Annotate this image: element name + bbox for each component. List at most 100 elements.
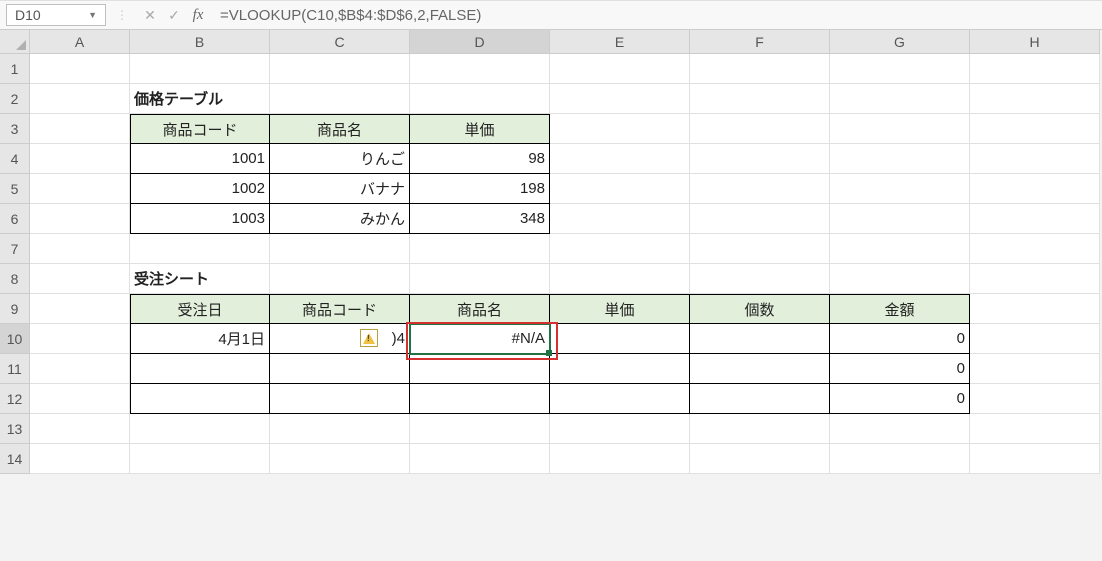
cell-C6[interactable]: みかん xyxy=(270,204,410,234)
row-header-5[interactable]: 5 xyxy=(0,174,30,204)
row-header-3[interactable]: 3 xyxy=(0,114,30,144)
cell-F10[interactable] xyxy=(690,324,830,354)
cell-D5[interactable]: 198 xyxy=(410,174,550,204)
cell-C13[interactable] xyxy=(270,414,410,444)
cell-F1[interactable] xyxy=(690,54,830,84)
cell-A3[interactable] xyxy=(30,114,130,144)
col-header-D[interactable]: D xyxy=(410,30,550,54)
cell-E14[interactable] xyxy=(550,444,690,474)
cell-H7[interactable] xyxy=(970,234,1100,264)
cell-E8[interactable] xyxy=(550,264,690,294)
cell-H2[interactable] xyxy=(970,84,1100,114)
row-header-8[interactable]: 8 xyxy=(0,264,30,294)
cell-E6[interactable] xyxy=(550,204,690,234)
cell-E5[interactable] xyxy=(550,174,690,204)
cell-H4[interactable] xyxy=(970,144,1100,174)
cell-F13[interactable] xyxy=(690,414,830,444)
cell-D12[interactable] xyxy=(410,384,550,414)
cell-E4[interactable] xyxy=(550,144,690,174)
cell-H14[interactable] xyxy=(970,444,1100,474)
cell-C8[interactable] xyxy=(270,264,410,294)
cell-D7[interactable] xyxy=(410,234,550,264)
cell-B1[interactable] xyxy=(130,54,270,84)
cell-F12[interactable] xyxy=(690,384,830,414)
cell-B10[interactable]: 4月1日 xyxy=(130,324,270,354)
cell-B8[interactable]: 受注シート xyxy=(130,264,270,294)
select-all-corner[interactable] xyxy=(0,30,30,54)
cell-B9[interactable]: 受注日 xyxy=(130,294,270,324)
row-header-4[interactable]: 4 xyxy=(0,144,30,174)
cell-H5[interactable] xyxy=(970,174,1100,204)
cell-C10[interactable]: )4 xyxy=(270,324,410,354)
row-header-2[interactable]: 2 xyxy=(0,84,30,114)
cell-F11[interactable] xyxy=(690,354,830,384)
cell-F5[interactable] xyxy=(690,174,830,204)
row-header-1[interactable]: 1 xyxy=(0,54,30,84)
cancel-button[interactable]: ✕ xyxy=(138,3,162,27)
cell-F8[interactable] xyxy=(690,264,830,294)
cell-D13[interactable] xyxy=(410,414,550,444)
cell-F14[interactable] xyxy=(690,444,830,474)
cell-D9[interactable]: 商品名 xyxy=(410,294,550,324)
cell-G9[interactable]: 金額 xyxy=(830,294,970,324)
fx-icon[interactable]: fx xyxy=(186,3,210,27)
cell-C1[interactable] xyxy=(270,54,410,84)
cell-C4[interactable]: りんご xyxy=(270,144,410,174)
cell-A7[interactable] xyxy=(30,234,130,264)
cell-H10[interactable] xyxy=(970,324,1100,354)
cell-B12[interactable] xyxy=(130,384,270,414)
cell-E7[interactable] xyxy=(550,234,690,264)
cell-E11[interactable] xyxy=(550,354,690,384)
name-box[interactable]: D10 ▼ xyxy=(6,4,106,26)
cell-C11[interactable] xyxy=(270,354,410,384)
cell-A6[interactable] xyxy=(30,204,130,234)
cell-B13[interactable] xyxy=(130,414,270,444)
cell-B14[interactable] xyxy=(130,444,270,474)
cell-B11[interactable] xyxy=(130,354,270,384)
cell-C7[interactable] xyxy=(270,234,410,264)
cell-E2[interactable] xyxy=(550,84,690,114)
cell-G14[interactable] xyxy=(830,444,970,474)
error-icon[interactable] xyxy=(360,329,378,347)
cell-G5[interactable] xyxy=(830,174,970,204)
cell-E1[interactable] xyxy=(550,54,690,84)
cell-A11[interactable] xyxy=(30,354,130,384)
cell-G8[interactable] xyxy=(830,264,970,294)
col-header-G[interactable]: G xyxy=(830,30,970,54)
col-header-B[interactable]: B xyxy=(130,30,270,54)
cell-D10[interactable]: #N/A xyxy=(410,324,550,354)
cell-C14[interactable] xyxy=(270,444,410,474)
row-header-13[interactable]: 13 xyxy=(0,414,30,444)
cell-D6[interactable]: 348 xyxy=(410,204,550,234)
cell-B2[interactable]: 価格テーブル xyxy=(130,84,270,114)
cell-B7[interactable] xyxy=(130,234,270,264)
cell-E3[interactable] xyxy=(550,114,690,144)
cell-G10[interactable]: 0 xyxy=(830,324,970,354)
cell-H11[interactable] xyxy=(970,354,1100,384)
cell-D8[interactable] xyxy=(410,264,550,294)
cell-D14[interactable] xyxy=(410,444,550,474)
row-header-10[interactable]: 10 xyxy=(0,324,30,354)
name-box-dropdown-icon[interactable]: ▼ xyxy=(88,10,97,20)
cell-H3[interactable] xyxy=(970,114,1100,144)
cell-H12[interactable] xyxy=(970,384,1100,414)
cell-F2[interactable] xyxy=(690,84,830,114)
cell-F3[interactable] xyxy=(690,114,830,144)
cell-G2[interactable] xyxy=(830,84,970,114)
cell-C5[interactable]: バナナ xyxy=(270,174,410,204)
cell-A2[interactable] xyxy=(30,84,130,114)
cell-G11[interactable]: 0 xyxy=(830,354,970,384)
cell-E10[interactable] xyxy=(550,324,690,354)
col-header-H[interactable]: H xyxy=(970,30,1100,54)
col-header-F[interactable]: F xyxy=(690,30,830,54)
cell-A8[interactable] xyxy=(30,264,130,294)
cell-G12[interactable]: 0 xyxy=(830,384,970,414)
cell-E13[interactable] xyxy=(550,414,690,444)
col-header-C[interactable]: C xyxy=(270,30,410,54)
cell-H9[interactable] xyxy=(970,294,1100,324)
cell-H6[interactable] xyxy=(970,204,1100,234)
cell-C12[interactable] xyxy=(270,384,410,414)
cell-E9[interactable]: 単価 xyxy=(550,294,690,324)
cell-F4[interactable] xyxy=(690,144,830,174)
cell-G1[interactable] xyxy=(830,54,970,84)
